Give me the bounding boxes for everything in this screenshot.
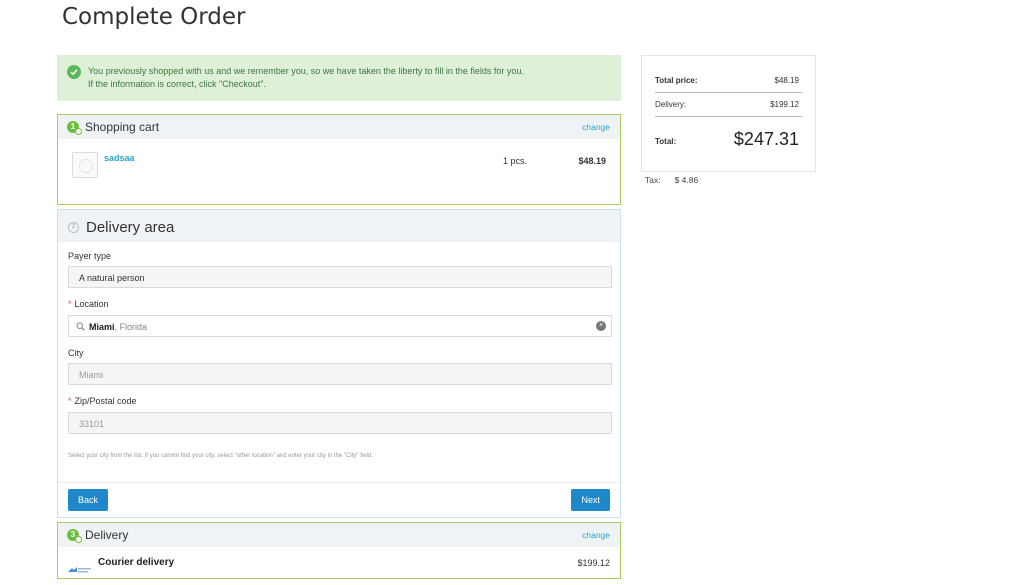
zip-field[interactable]: 33101 xyxy=(68,412,612,434)
delivery-header: 3 Delivery change xyxy=(58,523,620,547)
payer-type-value: A natural person xyxy=(79,273,145,283)
product-quantity: 1 pcs. xyxy=(503,156,528,166)
summary-divider xyxy=(655,116,802,117)
step-complete-icon: 3 xyxy=(67,529,82,543)
step-complete-icon: 1 xyxy=(67,121,82,135)
city-value: Miami xyxy=(79,370,103,380)
returning-customer-notice: You previously shopped with us and we re… xyxy=(57,55,621,101)
courier-delivery-name: Courier delivery xyxy=(98,557,175,568)
divider xyxy=(58,482,620,483)
courier-delivery-price: $199.12 xyxy=(577,558,610,568)
product-thumbnail[interactable] xyxy=(72,152,98,178)
tax-value: $ 4.86 xyxy=(674,175,699,185)
city-label: City xyxy=(68,348,84,358)
page-title: Complete Order xyxy=(62,4,246,30)
delivery-label: Delivery: xyxy=(655,100,687,109)
shopping-cart-title: Shopping cart xyxy=(85,120,160,134)
order-summary: Total price: $48.19 Delivery: $199.12 To… xyxy=(641,55,816,172)
city-field[interactable]: Miami xyxy=(68,363,612,385)
location-label: * Location xyxy=(68,299,109,309)
search-icon xyxy=(76,322,85,333)
summary-total-price-row: Total price: $48.19 xyxy=(655,76,802,85)
shopping-cart-panel: 1 Shopping cart change sadsaa 1 pcs. $48… xyxy=(57,114,621,205)
location-input[interactable]: Miami, Florida × xyxy=(68,315,612,337)
zip-label: * Zip/Postal code xyxy=(68,396,137,406)
total-value: $247.31 xyxy=(733,129,799,149)
clear-icon[interactable]: × xyxy=(596,321,606,331)
summary-total-row: Total: $247.31 xyxy=(655,129,802,149)
shopping-cart-header: 1 Shopping cart change xyxy=(58,115,620,139)
delivery-title: Delivery xyxy=(85,528,129,542)
next-button[interactable]: Next xyxy=(571,489,610,511)
location-region: , Florida xyxy=(114,322,148,332)
courier-logo-icon xyxy=(68,561,92,579)
tax-line: Tax: $ 4.86 xyxy=(645,175,712,185)
delivery-panel: 3 Delivery change Courier delivery $199.… xyxy=(57,522,621,579)
delivery-change-link[interactable]: change xyxy=(582,530,610,540)
summary-divider xyxy=(655,92,802,93)
product-price: $48.19 xyxy=(578,156,606,166)
tax-label: Tax: xyxy=(645,175,661,185)
payer-type-label: Payer type xyxy=(68,251,112,261)
step-number-icon: 2 xyxy=(68,222,79,233)
total-label: Total: xyxy=(655,137,677,146)
shopping-cart-change-link[interactable]: change xyxy=(582,122,610,132)
delivery-area-panel: 2 Delivery area Payer type A natural per… xyxy=(57,209,621,518)
location-city: Miami xyxy=(89,322,115,332)
notice-line-2: If the information is correct, click "Ch… xyxy=(88,79,266,89)
delivery-area-header: 2 Delivery area xyxy=(58,210,620,242)
location-hint: Select your city from the list. If you c… xyxy=(68,453,373,459)
payer-type-select[interactable]: A natural person xyxy=(68,266,612,288)
notice-line-1: You previously shopped with us and we re… xyxy=(88,66,524,76)
delivery-value: $199.12 xyxy=(770,100,799,109)
check-circle-icon xyxy=(67,65,81,79)
summary-delivery-row: Delivery: $199.12 xyxy=(655,100,802,109)
zip-value: 33101 xyxy=(79,419,105,429)
back-button[interactable]: Back xyxy=(68,489,109,511)
total-price-value: $48.19 xyxy=(774,76,799,85)
delivery-area-title: Delivery area xyxy=(86,219,175,236)
product-name-link[interactable]: sadsaa xyxy=(104,153,135,163)
total-price-label: Total price: xyxy=(655,76,698,85)
